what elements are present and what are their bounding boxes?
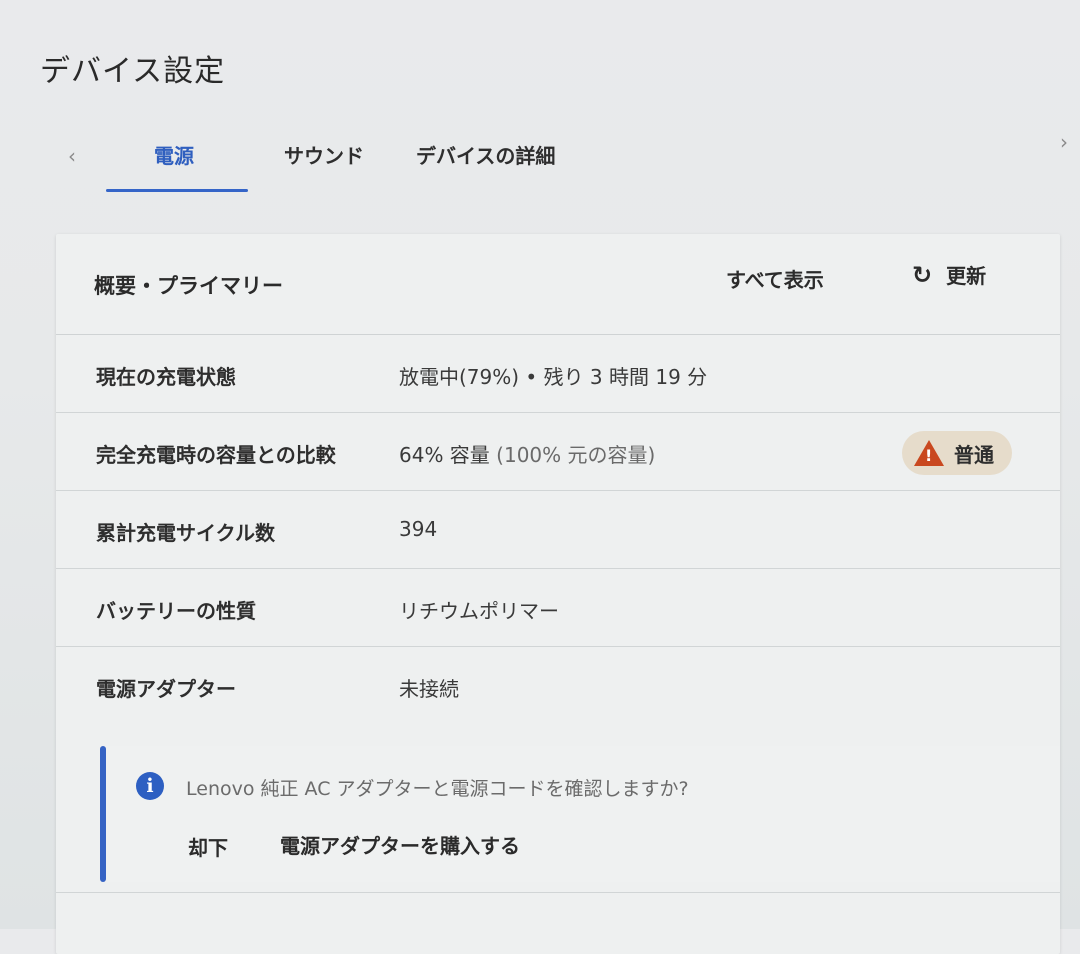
dismiss-button[interactable]: 却下 [188,832,228,861]
tab-bar: ‹ 電源 サウンド デバイスの詳細 › [60,130,1070,194]
table-row: バッテリーの性質 リチウムポリマー [56,569,1060,647]
table-row: 現在の充電状態 放電中(79%) • 残り 3 時間 19 分 [56,335,1060,413]
refresh-button[interactable]: ↻ 更新 [912,260,986,289]
tab-sound[interactable]: サウンド [284,140,364,169]
table-row: 電源アダプター 未接続 [56,647,1060,724]
row-label-charge-status: 現在の充電状態 [96,365,236,389]
tab-power[interactable]: 電源 [154,140,194,169]
row-label-cycle-count: 累計充電サイクル数 [96,521,275,545]
page-title: デバイス設定 [40,54,226,89]
chevron-left-icon[interactable]: ‹ [60,144,84,168]
notice-message: Lenovo 純正 AC アダプターと電源コードを確認しますか? [186,778,689,800]
notice-accent-bar [100,746,106,882]
battery-overview-card: 概要・プライマリー すべて表示 ↻ 更新 現在の充電状態 放電中(79%) • … [56,234,1060,954]
card-header: 概要・プライマリー すべて表示 ↻ 更新 [56,234,1060,335]
refresh-icon: ↻ [912,260,933,289]
battery-info-list: 現在の充電状態 放電中(79%) • 残り 3 時間 19 分 完全充電時の容量… [56,335,1060,724]
row-label-power-adapter: 電源アダプター [96,677,236,701]
original-capacity-value: (100% 元の容量) [489,443,656,467]
active-tab-indicator [106,189,248,192]
warning-icon [914,440,944,466]
info-icon: i [136,772,164,800]
tab-device-details[interactable]: デバイスの詳細 [416,140,555,169]
divider [56,892,1060,893]
table-row: 完全充電時の容量との比較 64% 容量 (100% 元の容量) 普通 [56,413,1060,491]
table-row: 累計充電サイクル数 394 [56,491,1060,569]
row-value-power-adapter: 未接続 [399,677,459,701]
card-title: 概要・プライマリー [94,274,283,298]
row-value-battery-type: リチウムポリマー [399,599,559,623]
row-value-charge-status: 放電中(79%) • 残り 3 時間 19 分 [399,365,708,389]
row-label-battery-type: バッテリーの性質 [96,599,256,623]
row-value-capacity: 64% 容量 (100% 元の容量) [399,439,655,468]
adapter-notice: i Lenovo 純正 AC アダプターと電源コードを確認しますか? 却下 電源… [100,746,1060,882]
row-label-capacity: 完全充電時の容量との比較 [96,443,336,467]
show-all-button[interactable]: すべて表示 [726,264,824,293]
status-badge-label: 普通 [954,442,994,467]
capacity-value: 64% 容量 [399,443,490,467]
status-badge: 普通 [902,431,1012,475]
row-value-cycle-count: 394 [399,517,438,541]
chevron-right-icon[interactable]: › [1052,130,1076,154]
refresh-label: 更新 [946,264,987,288]
buy-adapter-button[interactable]: 電源アダプターを購入する [280,830,520,859]
